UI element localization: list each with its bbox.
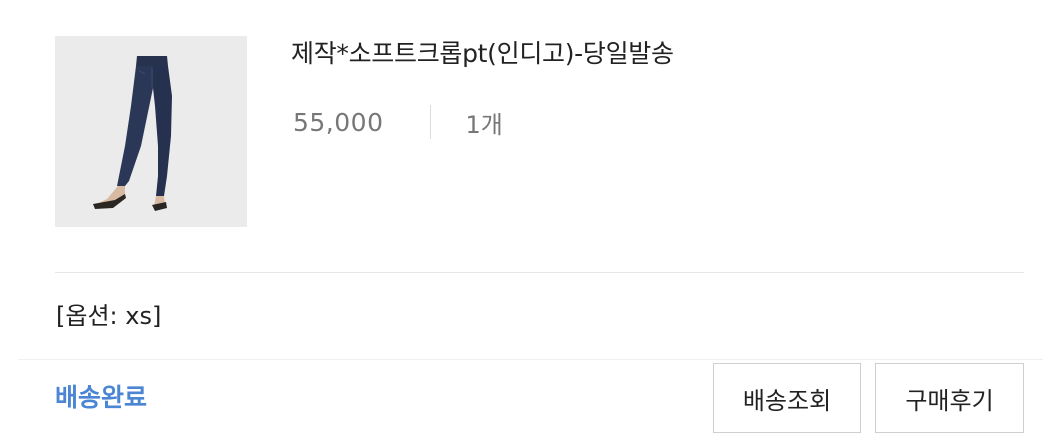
product-meta: 55,000 1개 bbox=[293, 102, 503, 142]
product-thumbnail[interactable] bbox=[55, 36, 247, 227]
track-delivery-button[interactable]: 배송조회 bbox=[713, 363, 861, 433]
product-quantity: 1개 bbox=[465, 110, 503, 139]
product-price: 55,000 bbox=[293, 107, 384, 137]
jeans-image-icon bbox=[55, 36, 247, 227]
meta-divider bbox=[430, 105, 432, 139]
product-title[interactable]: 제작*소프트크롭pt(인디고)-당일발송 bbox=[291, 34, 674, 70]
section-divider bbox=[55, 272, 1024, 273]
order-status: 배송완료 bbox=[55, 383, 148, 412]
product-option: [옵션: xs] bbox=[56, 302, 162, 330]
footer-divider bbox=[18, 359, 1043, 360]
write-review-button[interactable]: 구매후기 bbox=[875, 363, 1024, 433]
